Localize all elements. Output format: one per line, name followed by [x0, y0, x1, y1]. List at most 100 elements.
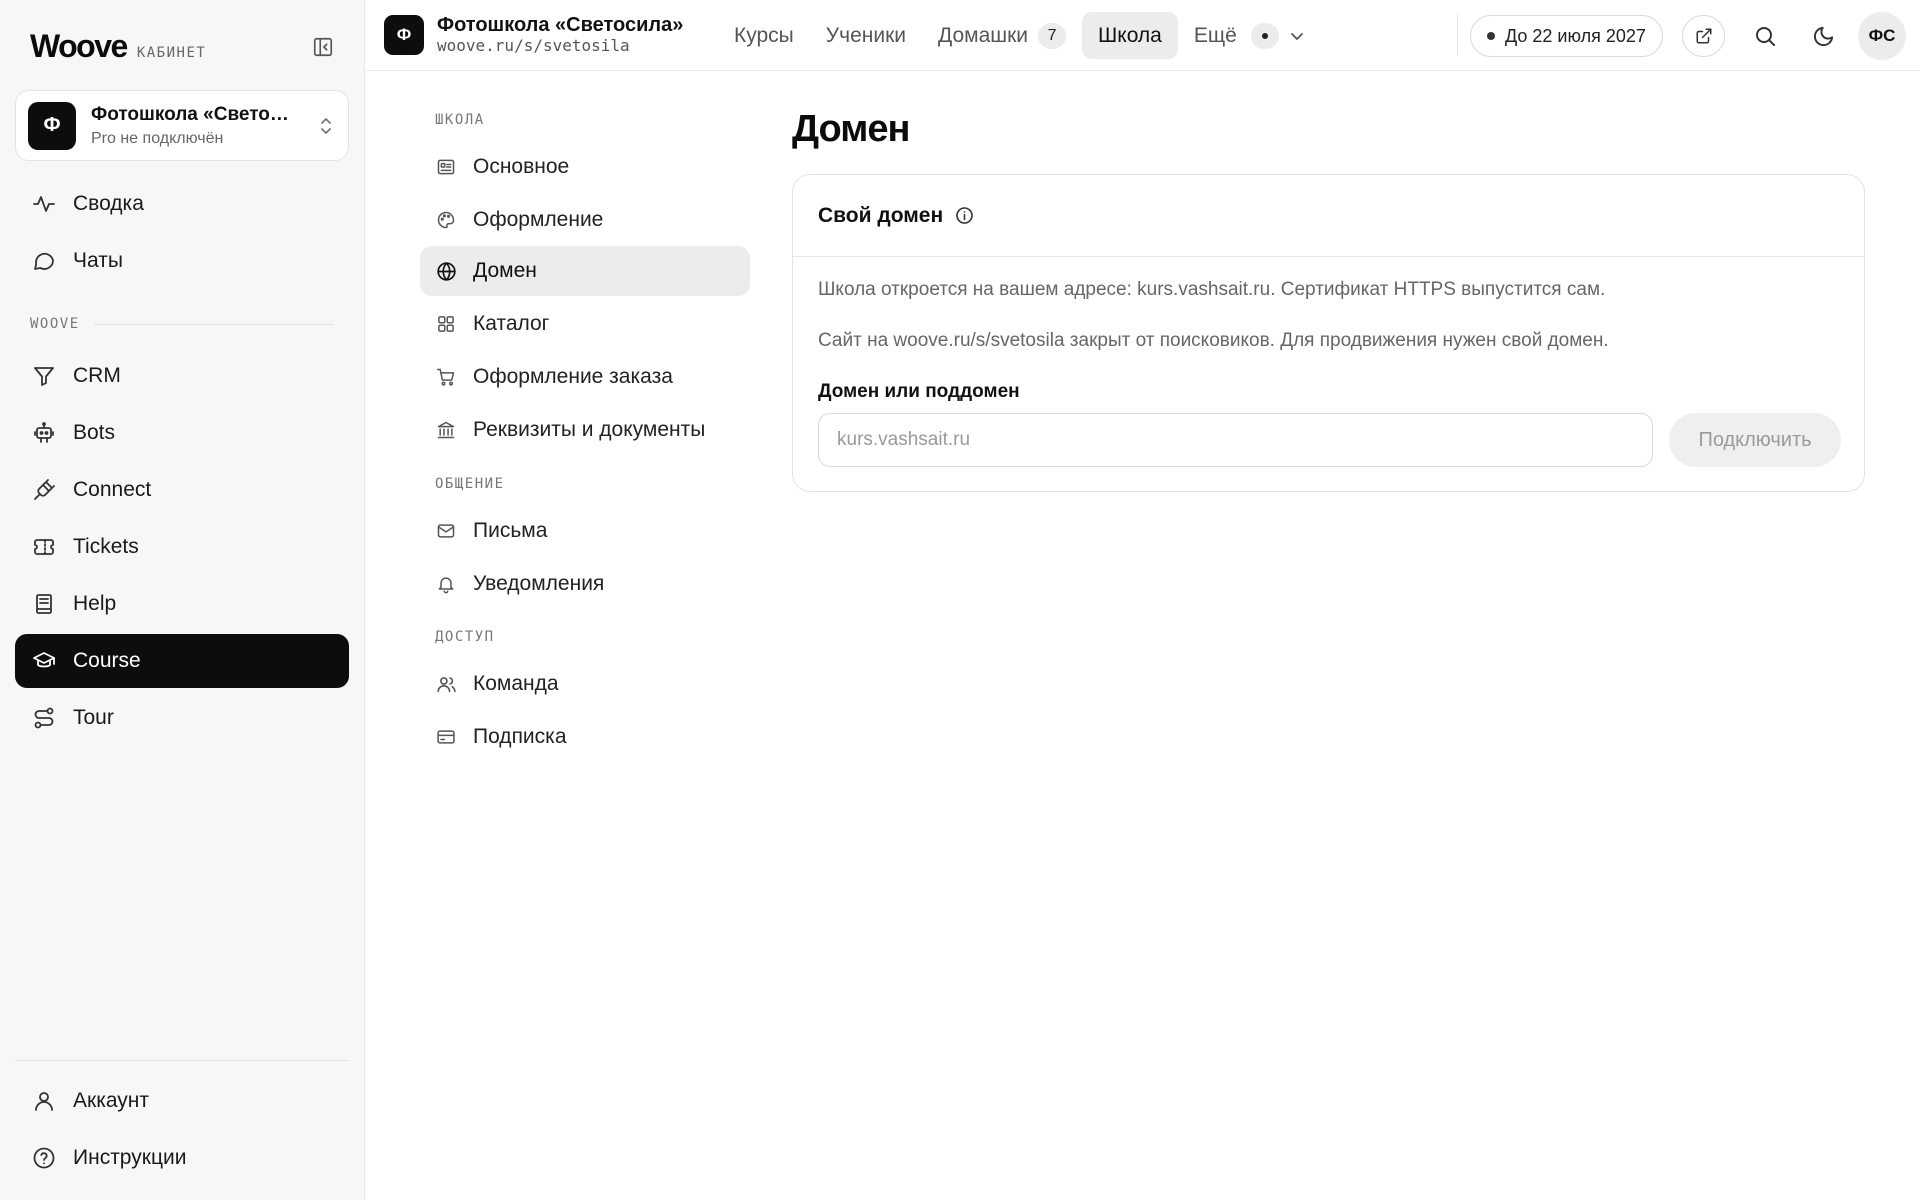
sidebar-item-crm[interactable]: CRM	[15, 349, 349, 403]
settings-item-label: Реквизиты и документы	[473, 418, 706, 441]
tab-more[interactable]: Ещё	[1178, 12, 1321, 59]
palette-icon	[437, 211, 455, 229]
settings-item-domain[interactable]: Домен	[420, 246, 750, 296]
school-plan: Pro не подключён	[91, 129, 224, 147]
brand[interactable]: Woove КАБИНЕТ	[30, 28, 206, 65]
sidebar-item-tour[interactable]: Tour	[15, 691, 349, 745]
sidebar-item-label: Чаты	[73, 249, 123, 272]
settings-item-label: Домен	[473, 259, 537, 282]
collapse-sidebar-button[interactable]	[306, 32, 340, 62]
topbar-school[interactable]: Ф Фотошкола «Светосила» woove.ru/s/sveto…	[384, 14, 683, 56]
sidebar-item-summary[interactable]: Сводка	[15, 177, 349, 231]
settings-section-title: ОБЩЕНИЕ	[435, 476, 505, 492]
settings-item-team[interactable]: Команда	[420, 659, 750, 709]
settings-item-catalog[interactable]: Каталог	[420, 299, 750, 349]
more-dot-badge	[1250, 22, 1279, 49]
moon-icon	[1813, 26, 1834, 46]
robot-icon	[34, 422, 54, 443]
card-title: Свой домен	[818, 203, 944, 227]
settings-item-notifications[interactable]: Уведомления	[420, 559, 750, 609]
info-icon[interactable]	[955, 206, 974, 225]
settings-item-label: Письма	[473, 519, 548, 542]
sidebar-item-instructions[interactable]: Инструкции	[15, 1131, 349, 1185]
connect-domain-button[interactable]: Подключить	[1669, 413, 1841, 467]
settings-item-label: Команда	[473, 672, 559, 695]
settings-item-general[interactable]: Основное	[420, 142, 750, 192]
settings-section-title: ДОСТУП	[435, 629, 495, 645]
mail-icon	[437, 524, 455, 538]
card-header: Свой домен	[793, 175, 1864, 257]
sidebar-item-label: Connect	[73, 478, 152, 501]
plug-icon	[34, 479, 55, 500]
school-name: Фотошкола «Свето…	[91, 103, 289, 125]
topbar: Ф Фотошкола «Светосила» woove.ru/s/sveto…	[366, 0, 1920, 71]
settings-item-label: Оформление	[473, 208, 604, 231]
sidebar-divider	[15, 1060, 349, 1061]
sidebar-item-label: Сводка	[73, 192, 144, 215]
activity-icon	[33, 196, 55, 212]
brand-logo: Woove	[30, 28, 128, 64]
topbar-school-avatar: Ф	[384, 15, 424, 55]
search-button[interactable]	[1743, 15, 1786, 57]
id-card-icon	[437, 159, 455, 175]
bell-icon	[438, 577, 454, 594]
search-icon	[1755, 27, 1775, 46]
graduation-cap-icon	[33, 652, 55, 668]
section-divider	[93, 323, 334, 325]
open-site-button[interactable]	[1682, 15, 1725, 57]
topbar-school-url: woove.ru/s/svetosila	[437, 36, 630, 55]
school-switcher[interactable]: Ф Фотошкола «Свето… Pro не подключён	[15, 90, 349, 161]
sidebar-item-connect[interactable]: Connect	[15, 463, 349, 517]
chevron-down-icon	[1290, 32, 1303, 40]
settings-item-label: Уведомления	[473, 572, 605, 595]
tab-students[interactable]: Ученики	[810, 12, 922, 59]
help-circle-icon	[33, 1147, 55, 1169]
tab-homework[interactable]: Домашки 7	[922, 12, 1082, 59]
settings-item-subscription[interactable]: Подписка	[420, 712, 750, 762]
sidebar-item-chats[interactable]: Чаты	[15, 234, 349, 288]
sidebar-item-account[interactable]: Аккаунт	[15, 1074, 349, 1128]
credit-card-icon	[437, 730, 455, 744]
ticket-icon	[34, 539, 54, 555]
domain-field-label: Домен или поддомен	[818, 381, 1020, 402]
settings-item-label: Основное	[473, 155, 570, 178]
bank-icon	[437, 421, 455, 439]
topbar-tabs: Курсы Ученики Домашки 7 Школа Ещё	[718, 12, 1321, 59]
sidebar-item-label: Bots	[73, 421, 116, 444]
chat-bubble-icon	[34, 252, 54, 270]
domain-description: Школа откроется на вашем адресе: kurs.va…	[818, 279, 1606, 300]
homework-count-badge: 7	[1038, 22, 1067, 49]
settings-item-checkout[interactable]: Оформление заказа	[420, 352, 750, 402]
app-sidebar: Woove КАБИНЕТ Ф Фотошкола «Свето… Pro не…	[0, 0, 365, 1200]
sidebar-item-help[interactable]: Help	[15, 577, 349, 631]
domain-input[interactable]	[818, 413, 1653, 467]
settings-item-appearance[interactable]: Оформление	[420, 195, 750, 245]
sidebar-item-course[interactable]: Course	[15, 634, 349, 688]
sidebar-item-label: Help	[73, 592, 117, 615]
topbar-separator	[1457, 14, 1458, 56]
tab-school[interactable]: Школа	[1082, 12, 1178, 59]
funnel-icon	[34, 367, 54, 386]
custom-domain-card: Свой домен Школа откроется на вашем адре…	[792, 174, 1865, 492]
cart-icon	[436, 368, 455, 386]
status-dot	[1487, 32, 1495, 40]
sidebar-item-label: Инструкции	[73, 1146, 187, 1169]
sidebar-item-label: CRM	[73, 364, 121, 387]
external-link-icon	[1696, 28, 1711, 44]
chevrons-up-down-icon	[321, 117, 331, 134]
tab-label: Ученики	[825, 23, 906, 47]
theme-toggle-button[interactable]	[1802, 15, 1845, 57]
settings-item-requisites[interactable]: Реквизиты и документы	[420, 405, 750, 455]
sidebar-item-label: Аккаунт	[73, 1089, 150, 1112]
tab-courses[interactable]: Курсы	[718, 12, 810, 59]
subscription-pill[interactable]: До 22 июля 2027	[1470, 15, 1663, 57]
sidebar-item-label: Tour	[73, 706, 114, 729]
users-icon	[436, 676, 456, 692]
tab-label: Школа	[1098, 23, 1162, 47]
settings-item-letters[interactable]: Письма	[420, 506, 750, 556]
user-icon	[35, 1092, 53, 1111]
school-avatar: Ф	[28, 101, 76, 150]
user-avatar[interactable]: ФС	[1858, 12, 1906, 60]
sidebar-item-tickets[interactable]: Tickets	[15, 520, 349, 574]
sidebar-item-bots[interactable]: Bots	[15, 406, 349, 460]
